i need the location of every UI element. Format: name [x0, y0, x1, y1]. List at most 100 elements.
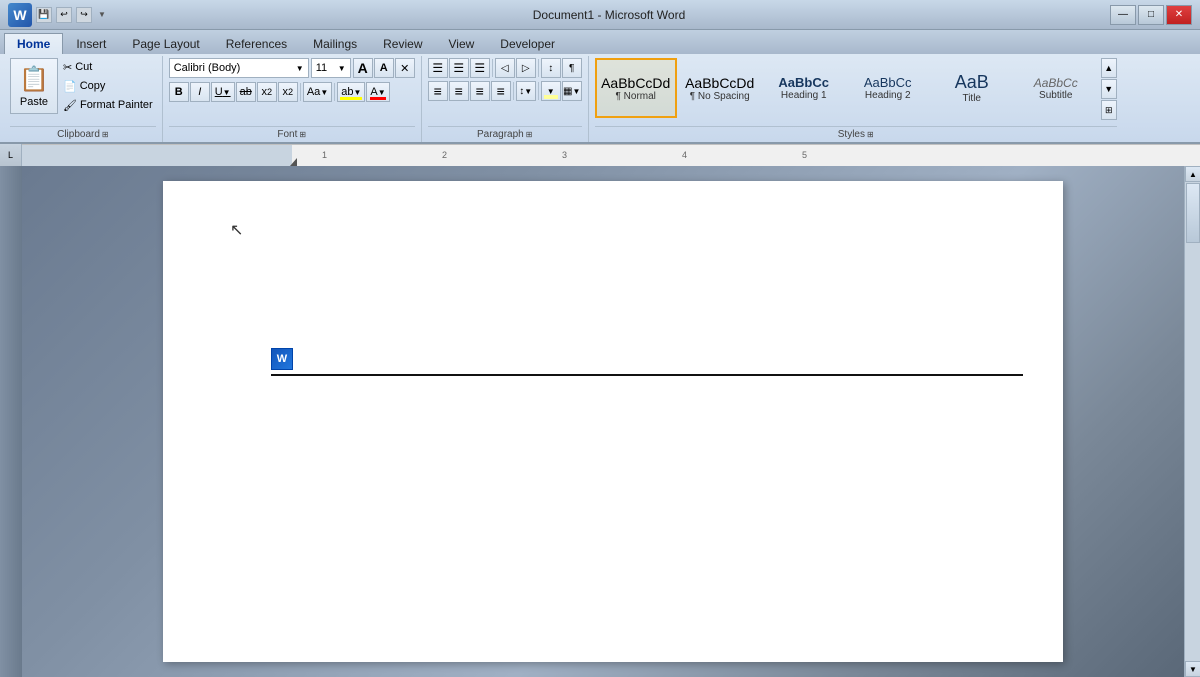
tab-mailings[interactable]: Mailings — [300, 33, 370, 54]
tab-review[interactable]: Review — [370, 33, 435, 54]
bullets-button[interactable]: ☰ — [428, 58, 448, 78]
align-right-button[interactable]: ≡ — [470, 81, 490, 101]
horizontal-ruler: 1 2 3 4 5 — [22, 144, 1200, 166]
font-group: Calibri (Body) ▼ 11 ▼ A A ✕ B I U ▼ ab x… — [163, 56, 422, 142]
para-sep1 — [492, 59, 493, 77]
tab-references[interactable]: References — [213, 33, 300, 54]
clipboard-small-buttons: ✂ Cut 📄 Copy 🖌 Format Painter — [60, 58, 156, 114]
multilevel-button[interactable]: ☰ — [470, 58, 490, 78]
app-icon: W — [8, 3, 32, 27]
main-area: W ↖ ▲ ▼ — [0, 166, 1200, 677]
paragraph-expander[interactable]: ⊞ — [526, 130, 533, 139]
clipboard-label: Clipboard ⊞ — [10, 126, 156, 142]
tab-page-layout[interactable]: Page Layout — [119, 33, 212, 54]
font-label: Font ⊞ — [169, 126, 415, 142]
redo-icon[interactable]: ↪ — [76, 7, 92, 23]
format-painter-button[interactable]: 🖌 Format Painter — [60, 96, 156, 114]
font-expander[interactable]: ⊞ — [299, 130, 306, 139]
clipboard-expander[interactable]: ⊞ — [102, 130, 109, 139]
page-content[interactable]: W — [163, 181, 1063, 662]
qa-dropdown[interactable]: ▼ — [96, 7, 108, 23]
underline-button[interactable]: U ▼ — [211, 82, 235, 102]
title-bar: W 💾 ↩ ↪ ▼ Document1 - Microsoft Word — □… — [0, 0, 1200, 30]
style-subtitle-preview: AaBbCc — [1034, 76, 1078, 90]
style-normal[interactable]: AaBbCcDd ¶ Normal — [595, 58, 677, 118]
line-spacing-button[interactable]: ↕▼ — [516, 81, 536, 101]
font-color-button[interactable]: A ▼ — [366, 82, 389, 102]
styles-scroll-down[interactable]: ▼ — [1101, 79, 1117, 99]
style-heading2[interactable]: AaBbCc Heading 2 — [847, 58, 929, 118]
style-no-spacing[interactable]: AaBbCcDd ¶ No Spacing — [679, 58, 761, 118]
superscript-button[interactable]: x2 — [278, 82, 298, 102]
font-size-dropdown[interactable]: 11 ▼ — [311, 58, 351, 78]
style-subtitle[interactable]: AaBbCc Subtitle — [1015, 58, 1097, 118]
tab-insert[interactable]: Insert — [63, 33, 119, 54]
styles-group-content: AaBbCcDd ¶ Normal AaBbCcDd ¶ No Spacing … — [595, 58, 1117, 124]
scroll-thumb[interactable] — [1186, 183, 1200, 243]
increase-indent-button[interactable]: ▷ — [516, 58, 536, 78]
italic-button[interactable]: I — [190, 82, 210, 102]
paragraph-label: Paragraph ⊞ — [428, 126, 582, 142]
ruler-margin-left — [22, 145, 292, 166]
styles-expander[interactable]: ⊞ — [867, 130, 874, 139]
font-selector-row: Calibri (Body) ▼ 11 ▼ A A ✕ — [169, 58, 415, 78]
styles-scroll-up[interactable]: ▲ — [1101, 58, 1117, 78]
scroll-up-button[interactable]: ▲ — [1185, 166, 1200, 182]
para-sep2 — [538, 59, 539, 77]
font-group-content: Calibri (Body) ▼ 11 ▼ A A ✕ B I U ▼ ab x… — [169, 58, 415, 124]
style-no-spacing-label: ¶ No Spacing — [690, 91, 750, 102]
minimize-button[interactable]: — — [1110, 5, 1136, 25]
strikethrough-button[interactable]: ab — [236, 82, 256, 102]
shading-button[interactable]: ▼ — [541, 81, 561, 101]
borders-button[interactable]: ▦▼ — [562, 81, 582, 101]
show-marks-button[interactable]: ¶ — [562, 58, 582, 78]
font-sep2 — [334, 83, 335, 101]
justify-button[interactable]: ≡ — [491, 81, 511, 101]
paste-button[interactable]: 📋 Paste — [10, 58, 58, 114]
style-title[interactable]: AaB Title — [931, 58, 1013, 118]
style-normal-label: ¶ Normal — [616, 91, 656, 102]
tab-view[interactable]: View — [436, 33, 488, 54]
copy-button[interactable]: 📄 Copy — [60, 77, 156, 95]
document-background[interactable]: W ↖ — [22, 166, 1184, 677]
font-grow-button[interactable]: A — [353, 58, 373, 78]
styles-expand[interactable]: ⊞ — [1101, 100, 1117, 120]
style-title-label: Title — [962, 93, 981, 104]
ruler-tab-selector[interactable]: L — [0, 144, 22, 166]
style-title-preview: AaB — [955, 72, 989, 93]
paste-icon: 📋 — [19, 65, 49, 94]
format-painter-icon: 🖌 — [63, 99, 77, 112]
highlight-button[interactable]: ab ▼ — [337, 82, 365, 102]
ruler-tab-marker[interactable] — [290, 158, 297, 166]
styles-group: AaBbCcDd ¶ Normal AaBbCcDd ¶ No Spacing … — [589, 56, 1123, 142]
text-cursor-area: W — [271, 348, 293, 370]
document-page[interactable]: W — [163, 181, 1063, 662]
maximize-button[interactable]: □ — [1138, 5, 1164, 25]
paste-label: Paste — [20, 96, 48, 108]
ruler-area: L 1 2 3 4 5 — [0, 144, 1200, 166]
scroll-track[interactable] — [1185, 182, 1200, 661]
quick-save-icon[interactable]: 💾 — [36, 7, 52, 23]
styles-label: Styles ⊞ — [595, 126, 1117, 142]
clear-format-button[interactable]: ✕ — [395, 58, 415, 78]
cut-button[interactable]: ✂ Cut — [60, 58, 156, 76]
font-name-dropdown[interactable]: Calibri (Body) ▼ — [169, 58, 309, 78]
para-sep4 — [538, 82, 539, 100]
subscript-button[interactable]: x2 — [257, 82, 277, 102]
bold-button[interactable]: B — [169, 82, 189, 102]
style-heading1[interactable]: AaBbCc Heading 1 — [763, 58, 845, 118]
font-shrink-button[interactable]: A — [374, 58, 394, 78]
align-center-button[interactable]: ≡ — [449, 81, 469, 101]
clipboard-group: 📋 Paste ✂ Cut 📄 Copy 🖌 Format Painter — [4, 56, 163, 142]
close-button[interactable]: ✕ — [1166, 5, 1192, 25]
decrease-indent-button[interactable]: ◁ — [495, 58, 515, 78]
tab-developer[interactable]: Developer — [487, 33, 568, 54]
change-case-button[interactable]: Aa ▼ — [303, 82, 332, 102]
numbering-button[interactable]: ☰ — [449, 58, 469, 78]
tab-home[interactable]: Home — [4, 33, 63, 54]
sort-button[interactable]: ↕ — [541, 58, 561, 78]
undo-icon[interactable]: ↩ — [56, 7, 72, 23]
paragraph-row1: ☰ ☰ ☰ ◁ ▷ ↕ ¶ — [428, 58, 582, 78]
title-bar-left: W 💾 ↩ ↪ ▼ — [8, 3, 108, 27]
align-left-button[interactable]: ≡ — [428, 81, 448, 101]
